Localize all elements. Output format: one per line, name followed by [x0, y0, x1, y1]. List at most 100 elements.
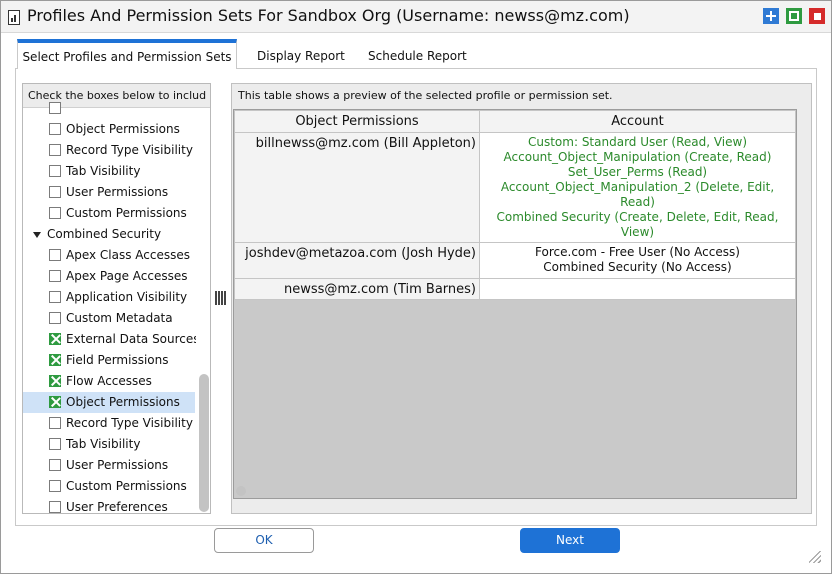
- preview-table: Object Permissions Account billnewss@mz.…: [234, 110, 796, 300]
- permission-line: Account_Object_Manipulation_2 (Delete, E…: [500, 180, 775, 209]
- preview-caption: This table shows a preview of the select…: [232, 84, 811, 108]
- tree-item-row[interactable]: Tab Visibility: [23, 161, 195, 182]
- checkbox[interactable]: [49, 144, 61, 156]
- tree-item-label: Object Permissions: [66, 122, 180, 136]
- permission-line: Custom: Standard User (Read, View): [527, 135, 748, 149]
- checkbox-checked[interactable]: [49, 333, 61, 345]
- tree-item-row[interactable]: Custom Metadata: [23, 308, 195, 329]
- tree-item-label: User Permissions: [66, 185, 169, 199]
- table-row[interactable]: newss@mz.com (Tim Barnes): [234, 278, 796, 300]
- tab-select-profiles[interactable]: Select Profiles and Permission Sets: [17, 39, 237, 69]
- horizontal-scroll-handle[interactable]: [236, 486, 246, 496]
- tree-item-row[interactable]: [23, 98, 195, 119]
- preview-panel: This table shows a preview of the select…: [231, 83, 812, 514]
- tree-item-label: Apex Page Accesses: [66, 269, 188, 283]
- checkbox-checked[interactable]: [49, 375, 61, 387]
- ok-button[interactable]: OK: [214, 528, 314, 553]
- tree-item-row[interactable]: Apex Class Accesses: [23, 245, 195, 266]
- tree-item-label: Apex Class Accesses: [66, 248, 191, 262]
- tree-item-row[interactable]: User Permissions: [23, 455, 195, 476]
- column-header-account[interactable]: Account: [479, 110, 796, 133]
- app-window: Profiles And Permission Sets For Sandbox…: [0, 0, 832, 574]
- tree-item-label: Application Visibility: [66, 290, 188, 304]
- permission-line: Account_Object_Manipulation (Create, Rea…: [503, 150, 772, 164]
- column-header-object-permissions[interactable]: Object Permissions: [234, 110, 480, 133]
- tree-item-label: Record Type Visibility: [66, 143, 193, 157]
- tree-item-label: User Preferences: [66, 500, 168, 514]
- row-permissions-cell: [479, 278, 796, 300]
- row-user-name: joshdev@metazoa.com (Josh Hyde): [234, 242, 480, 279]
- permission-line: Combined Security (No Access): [543, 260, 732, 274]
- row-permissions-cell: Custom: Standard User (Read, View) Accoun…: [479, 132, 796, 243]
- row-user-name: newss@mz.com (Tim Barnes): [234, 278, 480, 300]
- checkbox-checked[interactable]: [49, 354, 61, 366]
- checkbox[interactable]: [49, 438, 61, 450]
- tree-item-row[interactable]: Object Permissions: [23, 392, 195, 413]
- tree-item-label: Flow Accesses: [66, 374, 152, 388]
- preview-grid: Object Permissions Account billnewss@mz.…: [233, 109, 797, 499]
- tab-display-report[interactable]: Display Report: [249, 39, 353, 69]
- tree-item-label: Custom Permissions: [66, 206, 187, 220]
- tree-item-row[interactable]: Flow Accesses: [23, 371, 195, 392]
- tree-item-label: Custom Metadata: [66, 311, 173, 325]
- tree-item-label: Record Type Visibility: [66, 416, 193, 430]
- permission-line: Force.com - Free User (No Access): [535, 245, 740, 259]
- checkbox[interactable]: [49, 501, 61, 513]
- table-row[interactable]: joshdev@metazoa.com (Josh Hyde) Force.com…: [234, 242, 796, 279]
- checkbox[interactable]: [49, 312, 61, 324]
- scrollbar-thumb[interactable]: [199, 374, 209, 512]
- tree-item-label: User Permissions: [66, 458, 169, 472]
- tab-bar: Select Profiles and Permission Sets Disp…: [15, 39, 817, 69]
- tree-item-label: Field Permissions: [66, 353, 169, 367]
- tree-item-row[interactable]: Record Type Visibility: [23, 413, 195, 434]
- report-icon: [8, 10, 20, 25]
- tree-scrollbar[interactable]: [196, 108, 210, 513]
- permission-line: Combined Security (Create, Delete, Edit,…: [496, 210, 779, 239]
- tree-item-label: Combined Security: [47, 227, 162, 241]
- tree-item-label: External Data Sources: [66, 332, 200, 346]
- checkbox[interactable]: [49, 291, 61, 303]
- tree-item-row[interactable]: User Preferences: [23, 497, 195, 514]
- tree-item-row[interactable]: User Permissions: [23, 182, 195, 203]
- restore-button[interactable]: [786, 8, 802, 24]
- row-user-name: billnewss@mz.com (Bill Appleton): [234, 132, 480, 243]
- permission-line: Set_User_Perms (Read): [567, 165, 708, 179]
- checkbox[interactable]: [49, 480, 61, 492]
- checkbox[interactable]: [49, 102, 61, 114]
- selection-tree: Check the boxes below to includ Object P…: [22, 83, 211, 514]
- tree-group-row[interactable]: Combined Security: [23, 224, 195, 245]
- tree-item-row[interactable]: Field Permissions: [23, 350, 195, 371]
- tree-item-row[interactable]: Object Permissions: [23, 119, 195, 140]
- tree-item-row[interactable]: Tab Visibility: [23, 434, 195, 455]
- checkbox[interactable]: [49, 249, 61, 261]
- checkbox[interactable]: [49, 186, 61, 198]
- maximize-button[interactable]: [763, 8, 779, 24]
- stop-icon: [813, 12, 821, 20]
- checkbox-checked[interactable]: [49, 396, 61, 408]
- expand-triangle-icon[interactable]: [33, 232, 41, 238]
- checkbox[interactable]: [49, 270, 61, 282]
- tree-item-label: Tab Visibility: [66, 164, 141, 178]
- splitter-handle[interactable]: [215, 291, 227, 305]
- window-title: Profiles And Permission Sets For Sandbox…: [27, 6, 630, 25]
- row-permissions-cell: Force.com - Free User (No Access) Combine…: [479, 242, 796, 279]
- tree-item-row[interactable]: Record Type Visibility: [23, 140, 195, 161]
- checkbox[interactable]: [49, 417, 61, 429]
- tree-item-row[interactable]: Custom Permissions: [23, 476, 195, 497]
- tree-item-row[interactable]: Apex Page Accesses: [23, 266, 195, 287]
- next-button[interactable]: Next: [520, 528, 620, 553]
- tree-item-row[interactable]: Application Visibility: [23, 287, 195, 308]
- square-icon: [789, 11, 799, 21]
- tree-item-row[interactable]: External Data Sources: [23, 329, 200, 350]
- tree-item-row[interactable]: Custom Permissions: [23, 203, 195, 224]
- table-row[interactable]: billnewss@mz.com (Bill Appleton) Custom: …: [234, 132, 796, 243]
- checkbox[interactable]: [49, 207, 61, 219]
- checkbox[interactable]: [49, 165, 61, 177]
- tab-schedule-report[interactable]: Schedule Report: [360, 39, 475, 69]
- checkbox[interactable]: [49, 123, 61, 135]
- tree-item-label: Tab Visibility: [66, 437, 141, 451]
- checkbox[interactable]: [49, 459, 61, 471]
- close-button[interactable]: [809, 8, 825, 24]
- resize-grip-icon[interactable]: [809, 551, 821, 563]
- tree-item-label: Object Permissions: [66, 395, 180, 409]
